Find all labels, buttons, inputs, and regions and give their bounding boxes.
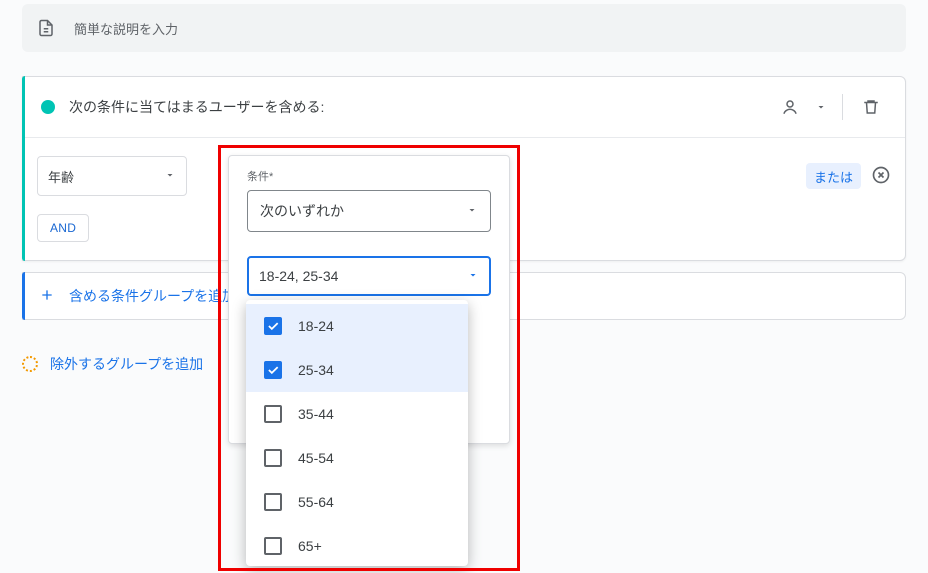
description-placeholder: 簡単な説明を入力: [74, 19, 178, 38]
value-option-label: 18-24: [298, 318, 334, 334]
value-option[interactable]: 45-54: [246, 436, 468, 480]
plus-icon: [39, 287, 55, 306]
remove-condition-button[interactable]: [871, 165, 891, 188]
chevron-down-icon[interactable]: [812, 91, 830, 123]
condition-value-display: 18-24, 25-34: [259, 268, 338, 284]
checkbox-icon: [264, 537, 282, 555]
condition-operator-value: 次のいずれか: [260, 201, 344, 221]
include-dot-icon: [41, 100, 55, 114]
delete-group-button[interactable]: [855, 91, 887, 123]
or-button[interactable]: または: [806, 163, 861, 189]
value-option[interactable]: 25-34: [246, 348, 468, 392]
value-option-label: 35-44: [298, 406, 334, 422]
and-button[interactable]: AND: [37, 214, 89, 242]
add-condition-group-label: 含める条件グループを追加: [69, 286, 236, 306]
checkbox-icon: [264, 449, 282, 467]
dimension-select[interactable]: 年齢: [37, 156, 187, 196]
chevron-down-icon: [164, 169, 176, 184]
checkbox-icon: [264, 493, 282, 511]
value-option-label: 45-54: [298, 450, 334, 466]
add-exclude-group-button[interactable]: 除外するグループを追加: [22, 344, 203, 384]
checkbox-icon: [264, 405, 282, 423]
exclude-group-label: 除外するグループを追加: [50, 354, 203, 374]
value-option[interactable]: 18-24: [246, 304, 468, 348]
value-option-label: 55-64: [298, 494, 334, 510]
value-option[interactable]: 55-64: [246, 480, 468, 524]
condition-value-select[interactable]: 18-24, 25-34: [247, 256, 491, 296]
scope-user-icon[interactable]: [774, 91, 806, 123]
group-title: 次の条件に当てはまるユーザーを含める:: [69, 97, 774, 117]
chevron-down-icon: [466, 203, 478, 219]
checkbox-icon: [264, 317, 282, 335]
checkbox-icon: [264, 361, 282, 379]
document-icon: [36, 18, 56, 38]
exclude-ring-icon: [22, 356, 38, 372]
value-dropdown: 18-24 25-34 35-44 45-54 55-64 65+: [246, 300, 468, 566]
description-bar[interactable]: 簡単な説明を入力: [22, 4, 906, 52]
value-option-label: 25-34: [298, 362, 334, 378]
value-option[interactable]: 35-44: [246, 392, 468, 436]
chevron-down-icon: [467, 268, 479, 284]
divider: [842, 94, 843, 120]
add-accent: [22, 272, 25, 320]
group-actions: [774, 91, 887, 123]
group-header: 次の条件に当てはまるユーザーを含める:: [23, 77, 905, 138]
value-option-label: 65+: [298, 538, 322, 554]
condition-field-label: 条件*: [247, 168, 491, 184]
condition-operator-select[interactable]: 次のいずれか: [247, 190, 491, 232]
value-option[interactable]: 65+: [246, 524, 468, 566]
dimension-label: 年齢: [48, 167, 74, 186]
